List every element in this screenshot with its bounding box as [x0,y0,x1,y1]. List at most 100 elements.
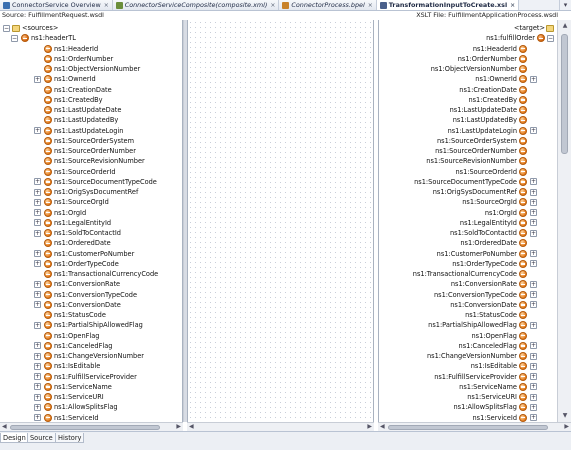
left-tree-root-node[interactable]: − ns1:headerTL [0,33,182,43]
expand-icon[interactable]: + [34,75,41,83]
expand-icon[interactable]: + [530,383,537,391]
bottom-tab-source[interactable]: Source [27,433,56,443]
tree-node[interactable]: + ns1:LastUpdateLogin [379,126,557,136]
tree-node[interactable]: ns1:ObjectVersionNumber [0,64,182,74]
tree-node[interactable]: ns1:SourceOrderNumber [379,146,557,156]
tree-node[interactable]: ns1:CreatedBy [379,95,557,105]
tree-node[interactable]: ns1:HeaderId [379,44,557,54]
tree-node[interactable]: + ns1:ConversionTypeCode [379,290,557,300]
tree-node[interactable]: + ns1:OrigSysDocumentRef [379,187,557,197]
tree-node[interactable]: ns1:SourceOrderSystem [0,136,182,146]
bottom-tab-history[interactable]: History [55,433,85,443]
tree-node[interactable]: + ns1:LastUpdateLogin [0,126,182,136]
tree-node[interactable]: + ns1:OrigSysDocumentRef [0,187,182,197]
tree-node[interactable]: ns1:SourceRevisionNumber [0,156,182,166]
tab-list-dropdown-icon[interactable]: ▾ [559,0,571,10]
bottom-tab-design[interactable]: Design [0,433,29,443]
right-tree-sources-node[interactable]: <target> [379,23,557,33]
right-tree-root-node[interactable]: − ns1:fulfillOrder [379,33,557,43]
expand-icon[interactable]: + [530,301,537,309]
tree-node[interactable]: ns1:OpenFlag [379,331,557,341]
tree-node[interactable]: + ns1:CanceledFlag [379,341,557,351]
close-tab-icon[interactable]: × [104,2,109,9]
expand-icon[interactable]: + [530,188,537,196]
tree-node[interactable]: + ns1:IsEditable [379,361,557,371]
close-tab-icon[interactable]: × [270,2,275,9]
tree-node[interactable]: + ns1:OwnerId [0,74,182,84]
scroll-thumb[interactable] [561,34,568,154]
collapse-icon[interactable]: − [3,24,10,32]
expand-icon[interactable]: + [34,362,41,370]
tree-node[interactable]: + ns1:ConversionRate [379,279,557,289]
scroll-thumb[interactable] [10,425,160,430]
tree-node[interactable]: + ns1:PartialShipAllowedFlag [0,320,182,330]
editor-tab[interactable]: ConnectorServiceComposite(composite.xml)… [112,0,280,10]
tree-node[interactable]: ns1:StatusCode [0,310,182,320]
expand-icon[interactable]: + [530,414,537,422]
target-horizontal-scrollbar[interactable]: ◀ ▶ [378,422,571,431]
scroll-right-arrow-icon[interactable]: ▶ [176,423,181,431]
tree-node[interactable]: + ns1:FulfillServiceProvider [379,372,557,382]
tree-node[interactable]: + ns1:OrderTypeCode [379,259,557,269]
tree-node[interactable]: ns1:SourceRevisionNumber [379,156,557,166]
expand-icon[interactable]: + [530,342,537,350]
target-vertical-scrollbar[interactable]: ▲ ▼ [557,20,571,422]
tree-node[interactable]: + ns1:ConversionDate [379,300,557,310]
tree-node[interactable]: + ns1:AllowSplitsFlag [0,402,182,412]
tree-node[interactable]: ns1:LastUpdateDate [379,105,557,115]
tree-node[interactable]: + ns1:ServiceURI [0,392,182,402]
expand-icon[interactable]: + [530,127,537,135]
tree-node[interactable]: ns1:LastUpdateDate [0,105,182,115]
scroll-left-arrow-icon[interactable]: ◀ [380,423,385,431]
tree-node[interactable]: + ns1:ChangeVersionNumber [0,351,182,361]
mapping-canvas[interactable] [187,20,374,422]
tree-node[interactable]: + ns1:PartialShipAllowedFlag [379,320,557,330]
tree-node[interactable]: ns1:LastUpdatedBy [0,115,182,125]
scroll-right-arrow-icon[interactable]: ▶ [564,423,569,431]
tree-node[interactable]: ns1:TransactionalCurrencyCode [0,269,182,279]
scroll-left-arrow-icon[interactable]: ◀ [2,423,7,431]
expand-icon[interactable]: + [530,178,537,186]
collapse-icon[interactable]: − [547,34,554,42]
expand-icon[interactable]: + [530,250,537,258]
expand-icon[interactable]: + [34,178,41,186]
tree-node[interactable]: ns1:ObjectVersionNumber [379,64,557,74]
expand-icon[interactable]: + [530,352,537,360]
tree-node[interactable]: ns1:OrderNumber [0,54,182,64]
tree-node[interactable]: + ns1:ConversionDate [0,300,182,310]
expand-icon[interactable]: + [34,209,41,217]
expand-icon[interactable]: + [34,250,41,258]
source-horizontal-scrollbar[interactable]: ◀ ▶ [0,422,183,431]
tree-node[interactable]: + ns1:AllowSplitsFlag [379,402,557,412]
expand-icon[interactable]: + [34,229,41,237]
tree-node[interactable]: ns1:OrderNumber [379,54,557,64]
tree-node[interactable]: + ns1:SoldToContactId [379,228,557,238]
tree-node[interactable]: ns1:TransactionalCurrencyCode [379,269,557,279]
tree-node[interactable]: + ns1:OrgId [0,208,182,218]
scroll-thumb[interactable] [388,425,548,430]
tree-node[interactable]: + ns1:ChangeVersionNumber [379,351,557,361]
expand-icon[interactable]: + [530,280,537,288]
expand-icon[interactable]: + [34,373,41,381]
close-tab-icon[interactable]: × [368,2,373,9]
expand-icon[interactable]: + [530,219,537,227]
tree-node[interactable]: + ns1:CanceledFlag [0,341,182,351]
expand-icon[interactable]: + [34,393,41,401]
tree-node[interactable]: + ns1:ConversionRate [0,279,182,289]
tree-node[interactable]: + ns1:ServiceURI [379,392,557,402]
expand-icon[interactable]: + [34,260,41,268]
tree-node[interactable]: + ns1:LegalEntityId [0,218,182,228]
expand-icon[interactable]: + [34,321,41,329]
expand-icon[interactable]: + [530,209,537,217]
tree-node[interactable]: ns1:CreationDate [379,85,557,95]
tree-node[interactable]: + ns1:ServiceName [379,382,557,392]
scroll-right-arrow-icon[interactable]: ▶ [367,423,372,431]
tree-node[interactable]: + ns1:CustomerPoNumber [0,249,182,259]
tree-node[interactable]: + ns1:ConversionTypeCode [0,290,182,300]
expand-icon[interactable]: + [530,362,537,370]
tree-node[interactable]: + ns1:SourceDocumentTypeCode [379,177,557,187]
tree-node[interactable]: + ns1:SourceDocumentTypeCode [0,177,182,187]
tree-node[interactable]: ns1:OrderedDate [0,238,182,248]
scroll-up-arrow-icon[interactable]: ▲ [561,22,569,30]
tree-node[interactable]: ns1:HeaderId [0,44,182,54]
